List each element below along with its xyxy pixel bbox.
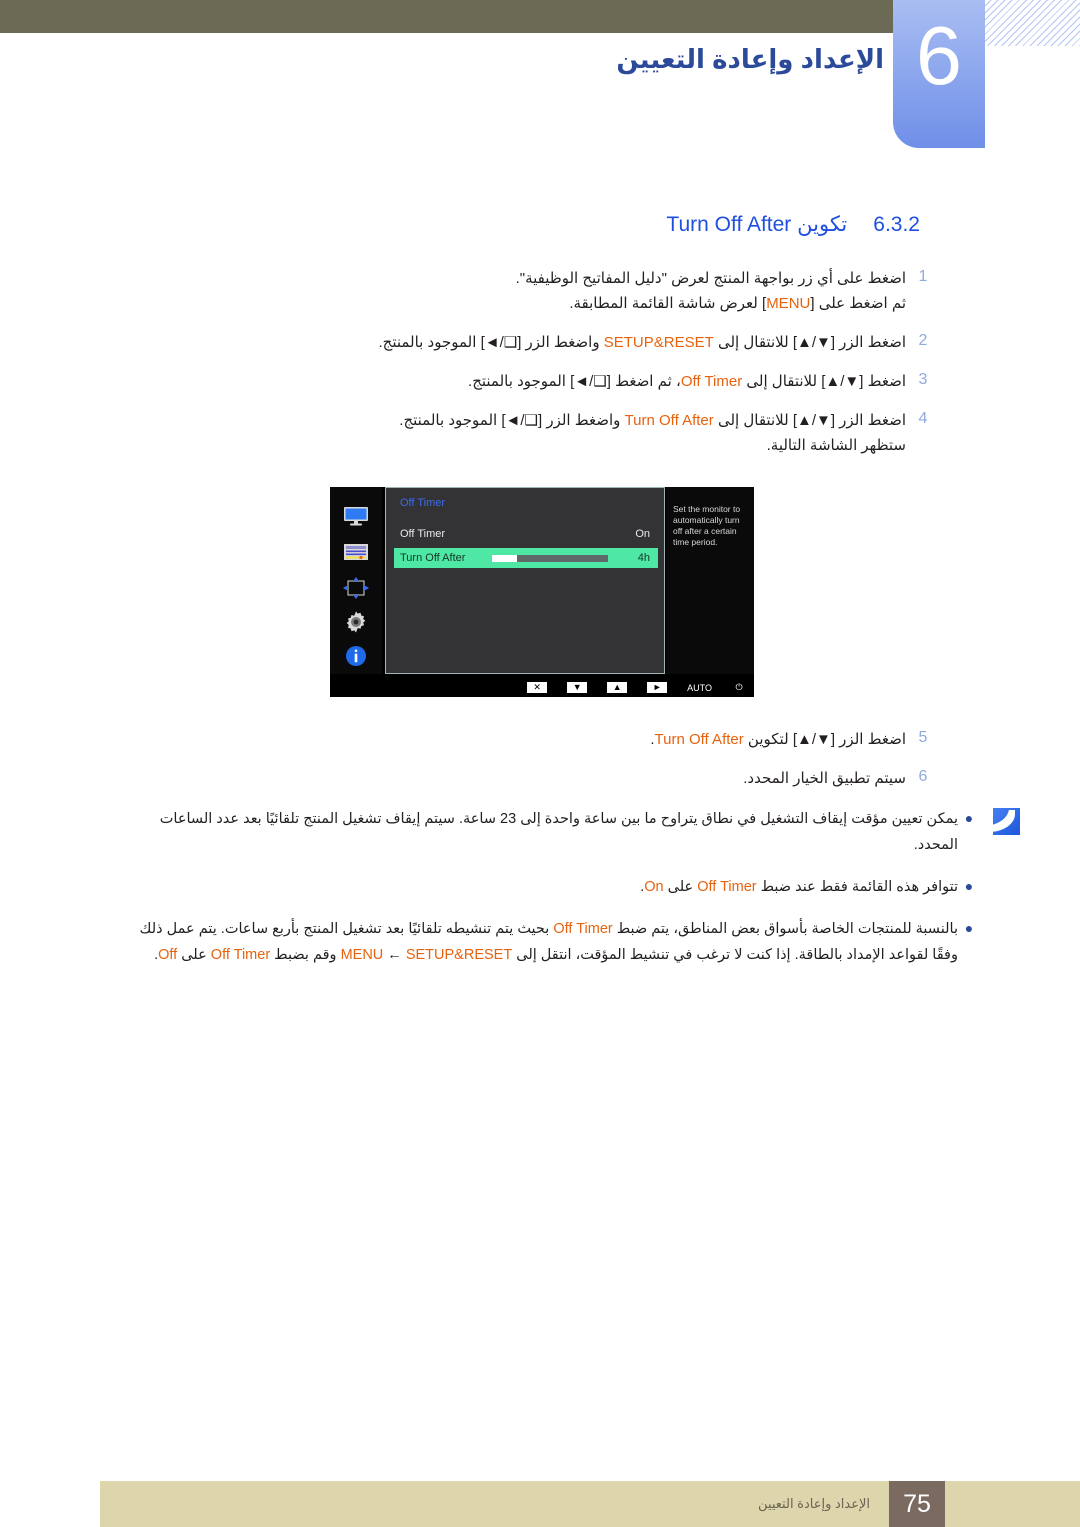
osd-menu-title: Off Timer <box>400 497 446 509</box>
note-icon <box>993 808 1020 835</box>
gear-icon[interactable] <box>340 609 372 635</box>
down-key[interactable]: ▼ <box>567 682 588 693</box>
note-item: ● بالنسبة للمنتجات الخاصة بأسواق بعض الم… <box>120 916 980 968</box>
step-line: اضغط الزر [▲/▼] للانتقال إلى Turn Off Af… <box>399 412 906 429</box>
step-text: اضغط الزر [▲/▼] للانتقال إلى Turn Off Af… <box>140 408 906 458</box>
footer-page-number: 75 <box>889 1481 945 1527</box>
power-key[interactable]: ⏻ <box>732 682 746 693</box>
osd-row-turn-off-after[interactable]: Turn Off After 4h <box>394 548 658 568</box>
section-number: 6.3.2 <box>873 213 920 236</box>
section-title-ar: تكوين <box>797 213 848 236</box>
osd-row-value: 4h <box>637 552 650 564</box>
header-hatch-pattern <box>985 0 1080 46</box>
step-line: سيتم تطبيق الخيار المحدد. <box>743 770 906 787</box>
step-text: اضغط [▲/▼] للانتقال إلى Off Timer، ثم اض… <box>140 369 906 394</box>
step-number: 1 <box>918 268 928 285</box>
step-text: اضغط الزر [▲/▼] لتكوين Turn Off After. <box>140 727 906 752</box>
step-list: 1 اضغط على أي زر بواجهة المنتج لعرض "دلي… <box>140 266 940 472</box>
notes-block: ● يمكن تعيين مؤقت إيقاف التشغيل في نطاق … <box>120 806 1020 984</box>
step-list-continued: 5 اضغط الزر [▲/▼] لتكوين Turn Off After.… <box>140 727 940 805</box>
info-icon[interactable] <box>340 643 372 669</box>
note-text: بالنسبة للمنتجات الخاصة بأسواق بعض المنا… <box>139 921 958 963</box>
step-line: اضغط الزر [▲/▼] للانتقال إلى SETUP&RESET… <box>378 334 906 351</box>
step-number: 3 <box>918 371 928 388</box>
auto-key[interactable]: AUTO <box>687 683 712 693</box>
header-band <box>0 0 893 33</box>
footer-chapter-title: الإعداد وإعادة التعيين <box>758 1496 870 1511</box>
chapter-number: 6 <box>915 9 963 102</box>
picture-settings-icon[interactable] <box>340 539 372 565</box>
osd-help-panel: Set the monitor to automatically turn of… <box>666 487 754 674</box>
note-item: ● يمكن تعيين مؤقت إيقاف التشغيل في نطاق … <box>120 806 980 858</box>
note-bullet: ● <box>964 878 974 894</box>
position-arrows-icon[interactable] <box>340 575 372 601</box>
step-number: 2 <box>918 332 928 349</box>
step-item: 2 اضغط الزر [▲/▼] للانتقال إلى SETUP&RES… <box>140 330 940 355</box>
step-item: 1 اضغط على أي زر بواجهة المنتج لعرض "دلي… <box>140 266 940 316</box>
step-line: اضغط [▲/▼] للانتقال إلى Off Timer، ثم اض… <box>468 373 906 390</box>
step-line: اضغط على أي زر بواجهة المنتج لعرض "دليل … <box>515 270 906 287</box>
step-item: 6 سيتم تطبيق الخيار المحدد. <box>140 766 940 791</box>
section-heading: 6.3.2 تكوين Turn Off After <box>666 212 920 237</box>
step-line: ثم اضغط على [MENU] لعرض شاشة القائمة الم… <box>569 295 906 312</box>
step-number: 4 <box>918 410 928 427</box>
step-item: 5 اضغط الزر [▲/▼] لتكوين Turn Off After. <box>140 727 940 752</box>
osd-slider-fill <box>491 554 518 562</box>
step-item: 3 اضغط [▲/▼] للانتقال إلى Off Timer، ثم … <box>140 369 940 394</box>
step-text: اضغط الزر [▲/▼] للانتقال إلى SETUP&RESET… <box>140 330 906 355</box>
section-title-en: Turn Off After <box>666 213 792 236</box>
enter-key[interactable]: ► <box>647 682 668 693</box>
osd-row-label: Off Timer <box>400 528 446 540</box>
osd-help-text: Set the monitor to automatically turn of… <box>673 504 741 547</box>
step-number: 6 <box>918 768 928 785</box>
up-key[interactable]: ▲ <box>607 682 628 693</box>
note-item: ● تتوافر هذه القائمة فقط عند ضبط Off Tim… <box>120 874 980 900</box>
chapter-title: الإعداد وإعادة التعيين <box>616 44 884 74</box>
osd-sidebar <box>330 487 382 674</box>
note-bullet: ● <box>964 920 974 936</box>
osd-slider[interactable] <box>491 554 608 562</box>
step-number: 5 <box>918 729 928 746</box>
note-bullet: ● <box>964 810 974 826</box>
osd-button-bar: ✕ ▼ ▲ ► AUTO ⏻ <box>330 678 754 697</box>
close-key[interactable]: ✕ <box>527 682 548 693</box>
step-text: سيتم تطبيق الخيار المحدد. <box>140 766 906 791</box>
osd-menu-panel: Off Timer Off Timer On Turn Off After 4h <box>385 487 665 674</box>
step-line: اضغط الزر [▲/▼] لتكوين Turn Off After. <box>650 731 906 748</box>
note-text: يمكن تعيين مؤقت إيقاف التشغيل في نطاق يت… <box>159 811 958 853</box>
osd-row-off-timer[interactable]: Off Timer On <box>394 524 658 544</box>
osd-row-label: Turn Off After <box>400 552 466 564</box>
note-text: تتوافر هذه القائمة فقط عند ضبط Off Timer… <box>640 879 958 895</box>
step-line: ستظهر الشاشة التالية. <box>766 437 906 454</box>
chapter-tab: 6 <box>893 0 985 148</box>
step-item: 4 اضغط الزر [▲/▼] للانتقال إلى Turn Off … <box>140 408 940 458</box>
osd-screenshot: Off Timer Off Timer On Turn Off After 4h… <box>330 487 754 697</box>
monitor-icon[interactable] <box>340 503 372 529</box>
osd-row-value: On <box>635 528 650 540</box>
step-text: اضغط على أي زر بواجهة المنتج لعرض "دليل … <box>140 266 906 316</box>
